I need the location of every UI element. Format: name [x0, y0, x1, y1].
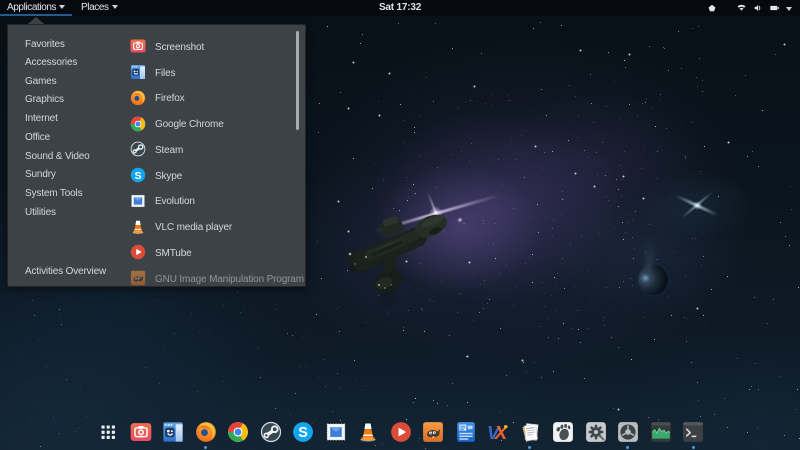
svg-text:S: S	[298, 425, 308, 441]
svg-text:S: S	[134, 170, 141, 182]
svg-text:X: X	[494, 422, 509, 443]
